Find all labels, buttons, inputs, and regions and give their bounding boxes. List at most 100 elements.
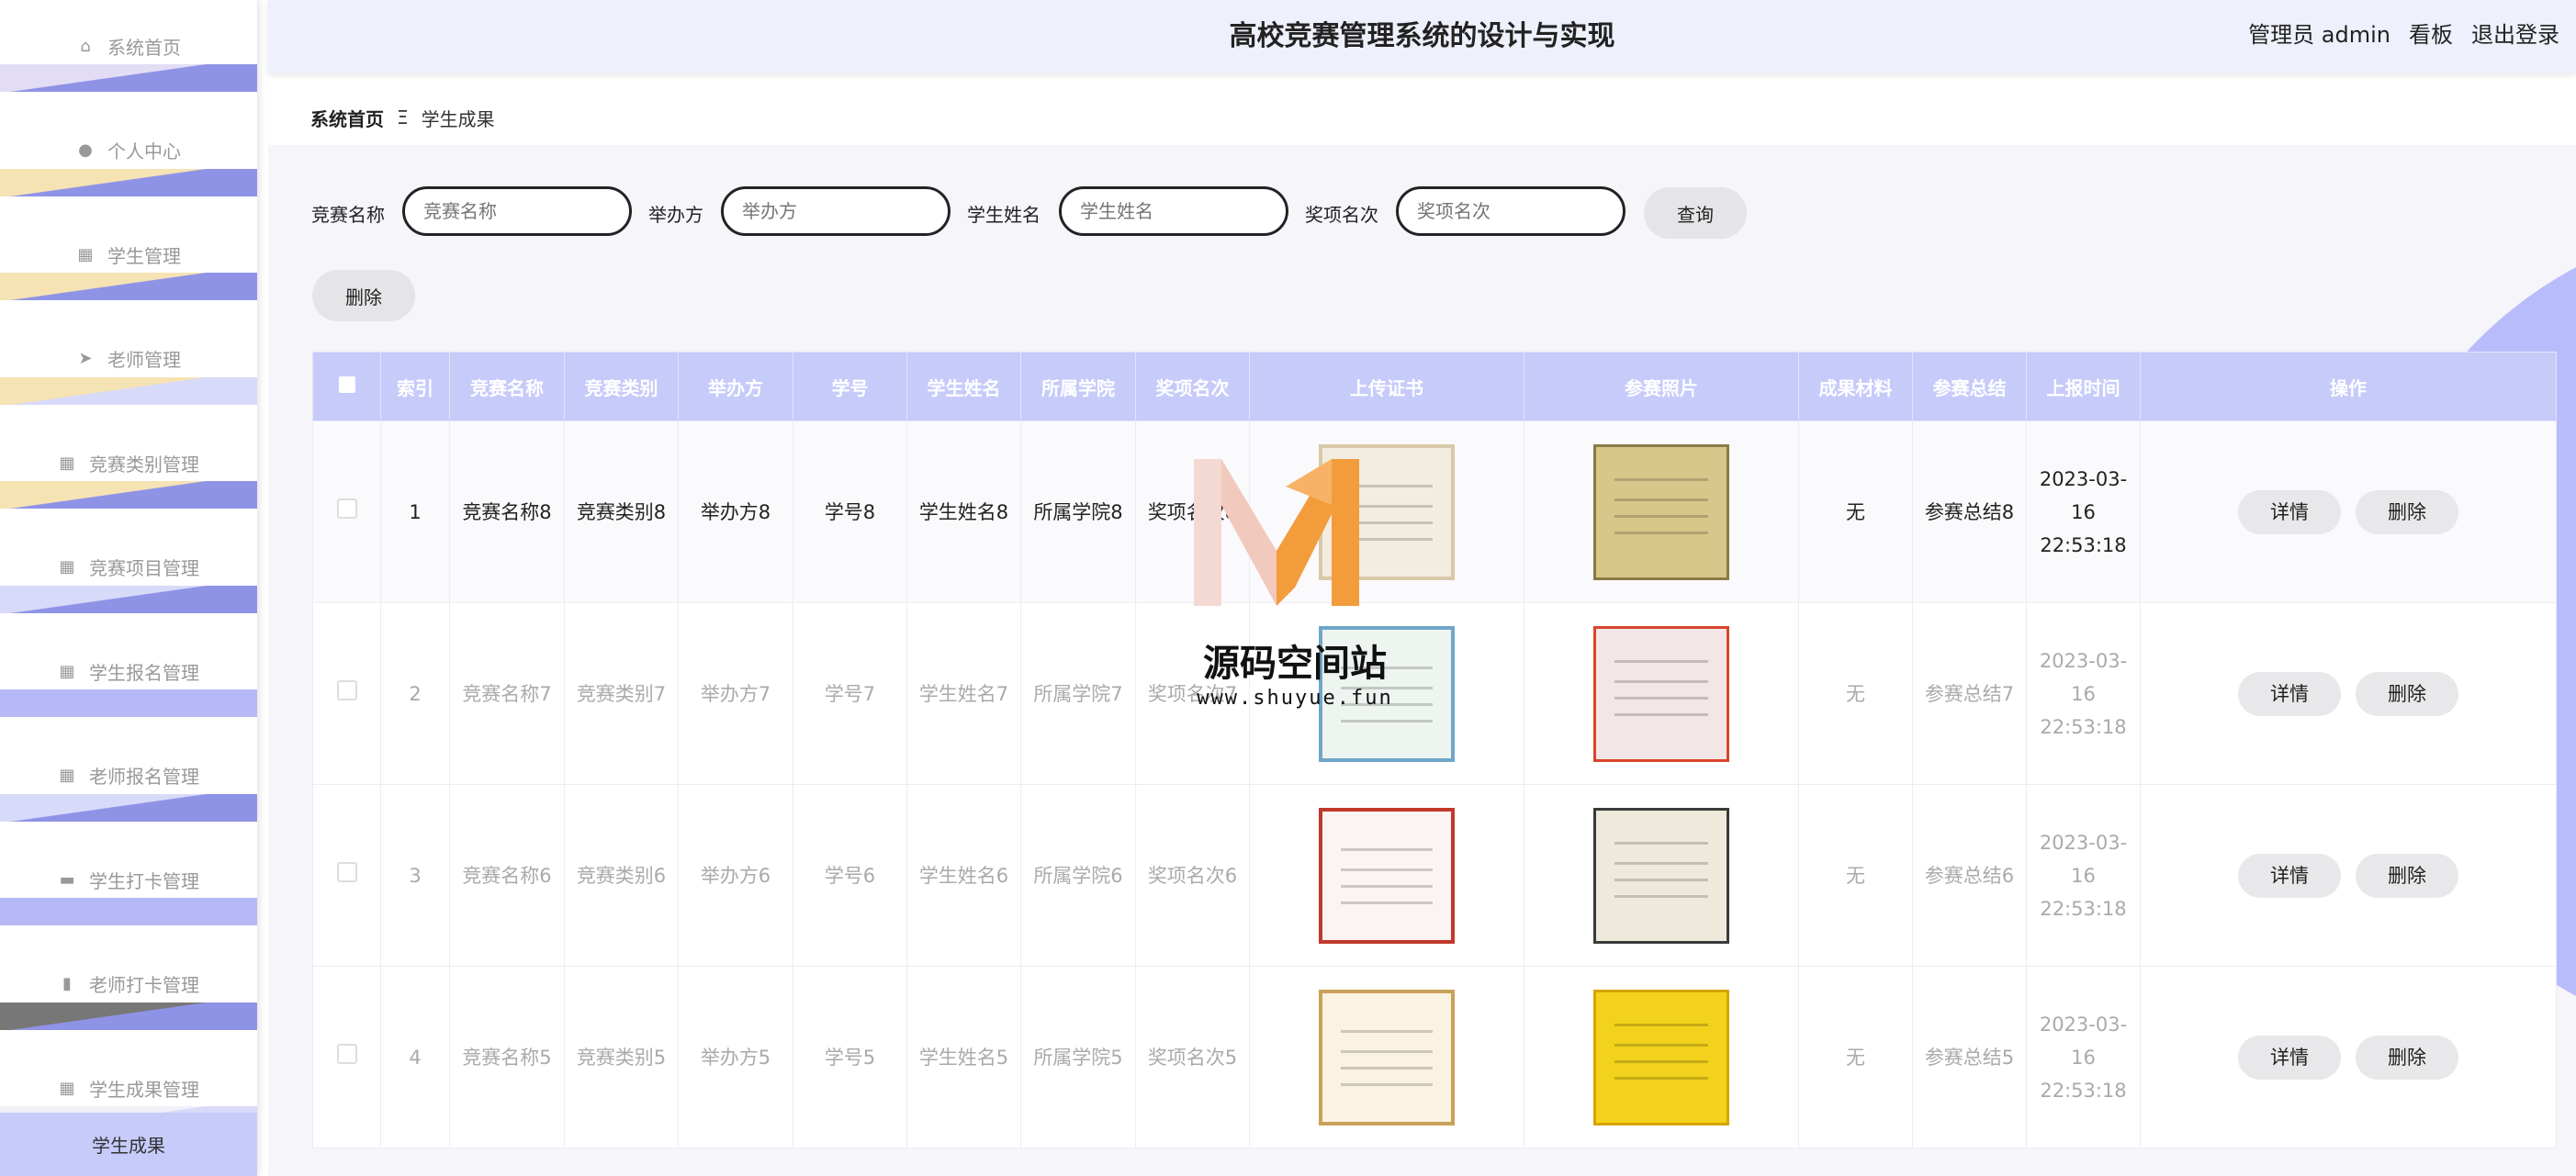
- watermark-text: 源码空间站: [1203, 643, 1387, 685]
- sidebar-decorative-band: [0, 481, 257, 509]
- col-competition-name: 竞赛名称: [449, 352, 565, 421]
- cell-summary: 参赛总结6: [1912, 784, 2027, 967]
- cell-competition-category: 竞赛类别7: [564, 602, 679, 785]
- select-all-checkbox[interactable]: [312, 352, 381, 421]
- col-photo: 参赛照片: [1524, 352, 1799, 421]
- breadcrumb-home[interactable]: 系统首页: [310, 105, 384, 131]
- sidebar-decorative-band: [0, 585, 257, 613]
- sidebar-item-label: 竞赛类别管理: [89, 453, 199, 476]
- col-report-time: 上报时间: [2026, 352, 2141, 421]
- detail-button[interactable]: 详情: [2238, 489, 2341, 534]
- cell-college: 所属学院8: [1020, 420, 1136, 603]
- app-title: 高校竞赛管理系统的设计与实现: [1229, 20, 1615, 52]
- cell-competition-name: 竞赛名称8: [449, 420, 565, 603]
- sidebar-item-label: 老师报名管理: [89, 766, 199, 788]
- col-actions: 操作: [2140, 352, 2557, 421]
- sidebar-item-label: 学生报名管理: [89, 661, 199, 684]
- row-checkbox-cell[interactable]: [312, 420, 381, 603]
- table-row: 4 竞赛名称5 竞赛类别5 举办方5 学号5 学生姓名5 所属学院5 奖项名次5 无参赛总结5 2…: [312, 966, 2557, 1148]
- grid-icon: ▦: [59, 1078, 75, 1098]
- cell-report-time: 2023-03-16 22:53:18: [2026, 602, 2141, 785]
- cell-student-no: 学号5: [793, 966, 907, 1148]
- search-input-organizer[interactable]: [721, 186, 951, 236]
- sidebar-item-label: 学生管理: [107, 244, 181, 267]
- sidebar: ⌂ 系统首页 ● 个人中心 ▦ 学生管理 ➤ 老师管理 ▦ 竞赛类别管理 ▦ 竞赛项目管理 ▦ 学生报名管…: [0, 0, 257, 1176]
- cell-organizer: 举办方8: [678, 420, 793, 603]
- header-actions: 管理员 admin 看板 退出登录: [2248, 0, 2559, 70]
- col-college: 所属学院: [1020, 352, 1136, 421]
- cell-index: 4: [380, 966, 450, 1148]
- row-checkbox-cell[interactable]: [312, 784, 381, 967]
- cell-award: 奖项名次5: [1135, 966, 1250, 1148]
- results-table: 索引 竞赛名称 竞赛类别 举办方 学号 学生姓名 所属学院 奖项名次 上传证书 …: [312, 352, 2557, 1148]
- row-delete-button[interactable]: 删除: [2356, 853, 2458, 898]
- cell-student-no: 学号8: [793, 420, 907, 603]
- cell-competition-name: 竞赛名称6: [449, 784, 565, 967]
- row-checkbox[interactable]: [336, 861, 357, 882]
- photo-image[interactable]: [1593, 989, 1729, 1126]
- cell-certificate: [1249, 784, 1524, 967]
- row-checkbox-cell[interactable]: [312, 602, 381, 785]
- row-checkbox[interactable]: [336, 498, 357, 519]
- row-delete-button[interactable]: 删除: [2356, 1035, 2458, 1080]
- sidebar-item-label: 老师管理: [107, 349, 181, 371]
- cell-summary: 参赛总结5: [1912, 966, 2027, 1148]
- board-link[interactable]: 看板: [2409, 0, 2453, 70]
- grid-icon: ▦: [59, 453, 75, 473]
- sidebar-decorative-band: [0, 168, 257, 196]
- col-certificate: 上传证书: [1249, 352, 1524, 421]
- search-label-award: 奖项名次: [1305, 204, 1378, 226]
- logout-link[interactable]: 退出登录: [2471, 0, 2559, 70]
- detail-button[interactable]: 详情: [2238, 853, 2341, 898]
- search-input-award[interactable]: [1396, 186, 1625, 236]
- photo-image[interactable]: [1593, 807, 1729, 944]
- cell-certificate: [1249, 966, 1524, 1148]
- detail-button[interactable]: 详情: [2238, 1035, 2341, 1080]
- cell-student-no: 学号6: [793, 784, 907, 967]
- cell-student-name: 学生姓名5: [906, 966, 1021, 1148]
- col-material: 成果材料: [1798, 352, 1913, 421]
- send-icon: ➤: [78, 349, 93, 368]
- cell-material: 无: [1798, 420, 1913, 603]
- certificate-image[interactable]: [1319, 989, 1455, 1126]
- row-checkbox-cell[interactable]: [312, 966, 381, 1148]
- sidebar-item-label: 个人中心: [107, 140, 181, 162]
- row-checkbox[interactable]: [336, 679, 357, 700]
- sidebar-subitem-student-results[interactable]: 学生成果: [0, 1113, 257, 1176]
- cell-competition-name: 竞赛名称5: [449, 966, 565, 1148]
- cell-competition-category: 竞赛类别8: [564, 420, 679, 603]
- cell-photo: [1524, 602, 1799, 785]
- sidebar-decorative-band: [0, 1002, 257, 1030]
- watermark: 源码空间站 www.shuyue.fun: [1185, 450, 1396, 725]
- breadcrumb-separator-icon: Ξ: [397, 106, 409, 129]
- photo-image[interactable]: [1593, 443, 1729, 580]
- sidebar-item-label: 竞赛项目管理: [89, 557, 199, 579]
- detail-button[interactable]: 详情: [2238, 671, 2341, 716]
- user-icon: ●: [78, 140, 93, 160]
- cell-organizer: 举办方7: [678, 602, 793, 785]
- row-checkbox[interactable]: [336, 1043, 357, 1064]
- cell-competition-category: 竞赛类别6: [564, 784, 679, 967]
- search-label-student-name: 学生姓名: [967, 204, 1041, 226]
- sidebar-item-label: 系统首页: [107, 36, 181, 59]
- certificate-image[interactable]: [1319, 807, 1455, 944]
- table-row: 2 竞赛名称7 竞赛类别7 举办方7 学号7 学生姓名7 所属学院7 奖项名次7 无参赛总结7 2…: [312, 602, 2557, 785]
- row-delete-button[interactable]: 删除: [2356, 671, 2458, 716]
- sidebar-decorative-band: [0, 689, 257, 717]
- cell-photo: [1524, 784, 1799, 967]
- sidebar-decorative-band: [0, 898, 257, 925]
- batch-delete-button[interactable]: 删除: [312, 270, 415, 321]
- cell-competition-category: 竞赛类别5: [564, 966, 679, 1148]
- search-input-competition-name[interactable]: [402, 186, 632, 236]
- row-delete-button[interactable]: 删除: [2356, 489, 2458, 534]
- query-button[interactable]: 查询: [1644, 187, 1747, 239]
- breadcrumb-current: 学生成果: [421, 107, 495, 130]
- photo-image[interactable]: [1593, 625, 1729, 762]
- cell-student-name: 学生姓名8: [906, 420, 1021, 603]
- cell-summary: 参赛总结8: [1912, 420, 2027, 603]
- cell-actions: 详情 删除: [2140, 784, 2557, 967]
- cell-report-time: 2023-03-16 22:53:18: [2026, 784, 2141, 967]
- search-input-student-name[interactable]: [1059, 186, 1288, 236]
- user-label: 管理员 admin: [2248, 22, 2390, 48]
- cell-material: 无: [1798, 602, 1913, 785]
